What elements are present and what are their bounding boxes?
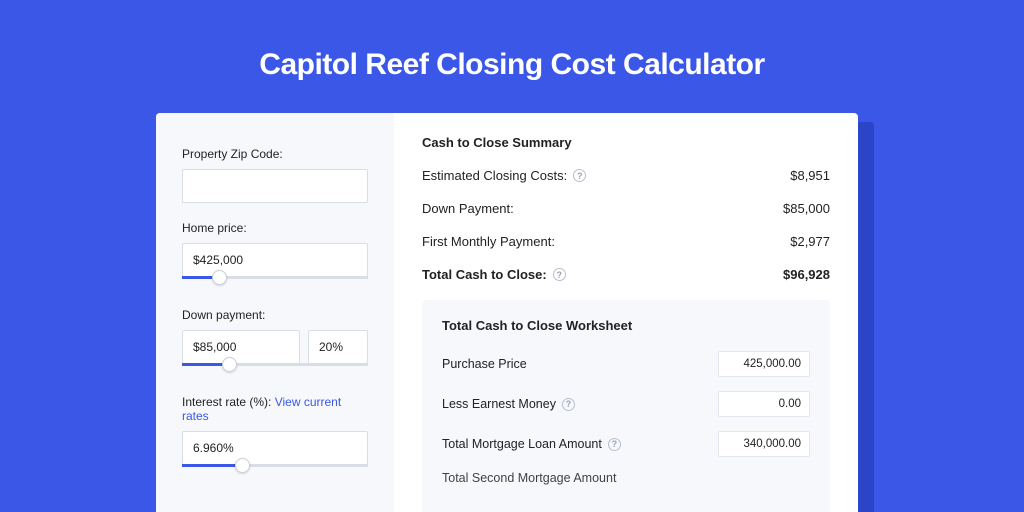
summary-row-first-payment: First Monthly Payment: $2,977 bbox=[422, 234, 830, 249]
home-price-label: Home price: bbox=[182, 221, 368, 235]
summary-row-down-payment: Down Payment: $85,000 bbox=[422, 201, 830, 216]
summary-row-total: Total Cash to Close: ? $96,928 bbox=[422, 267, 830, 282]
down-payment-label: Down payment: bbox=[182, 308, 368, 322]
interest-rate-label: Interest rate (%): View current rates bbox=[182, 395, 368, 423]
worksheet-input[interactable] bbox=[718, 431, 810, 457]
interest-rate-group: Interest rate (%): View current rates bbox=[182, 395, 368, 478]
page-title: Capitol Reef Closing Cost Calculator bbox=[0, 0, 1024, 82]
summary-row-closing-costs: Estimated Closing Costs: ? $8,951 bbox=[422, 168, 830, 183]
home-price-group: Home price: bbox=[182, 221, 368, 290]
summary-heading: Cash to Close Summary bbox=[422, 135, 830, 150]
summary-value: $2,977 bbox=[790, 234, 830, 249]
zip-input[interactable] bbox=[182, 169, 368, 203]
results-panel: Cash to Close Summary Estimated Closing … bbox=[394, 113, 858, 512]
inputs-panel: Property Zip Code: Home price: Down paym… bbox=[156, 113, 394, 512]
worksheet-row-purchase-price: Purchase Price bbox=[442, 351, 810, 377]
worksheet-label: Purchase Price bbox=[442, 357, 527, 371]
worksheet-row-mortgage-amount: Total Mortgage Loan Amount ? bbox=[442, 431, 810, 457]
worksheet-panel: Total Cash to Close Worksheet Purchase P… bbox=[422, 300, 830, 512]
down-payment-group: Down payment: bbox=[182, 308, 368, 377]
home-price-slider[interactable] bbox=[182, 276, 368, 290]
worksheet-label: Less Earnest Money bbox=[442, 397, 556, 411]
interest-rate-slider[interactable] bbox=[182, 464, 368, 478]
help-icon[interactable]: ? bbox=[553, 268, 566, 281]
summary-label: Down Payment: bbox=[422, 201, 514, 216]
summary-total-label: Total Cash to Close: bbox=[422, 267, 547, 282]
summary-total-value: $96,928 bbox=[783, 267, 830, 282]
zip-group: Property Zip Code: bbox=[182, 147, 368, 203]
home-price-input[interactable] bbox=[182, 243, 368, 277]
summary-label: Estimated Closing Costs: bbox=[422, 168, 567, 183]
summary-value: $85,000 bbox=[783, 201, 830, 216]
down-payment-slider[interactable] bbox=[182, 363, 368, 377]
help-icon[interactable]: ? bbox=[562, 398, 575, 411]
summary-label: First Monthly Payment: bbox=[422, 234, 555, 249]
worksheet-label: Total Second Mortgage Amount bbox=[442, 471, 616, 485]
worksheet-heading: Total Cash to Close Worksheet bbox=[442, 318, 810, 333]
worksheet-label: Total Mortgage Loan Amount bbox=[442, 437, 602, 451]
down-payment-percent-input[interactable] bbox=[308, 330, 368, 364]
worksheet-row-second-mortgage: Total Second Mortgage Amount bbox=[442, 471, 810, 485]
help-icon[interactable]: ? bbox=[608, 438, 621, 451]
interest-rate-input[interactable] bbox=[182, 431, 368, 465]
zip-label: Property Zip Code: bbox=[182, 147, 368, 161]
calculator-card: Property Zip Code: Home price: Down paym… bbox=[156, 113, 858, 512]
summary-value: $8,951 bbox=[790, 168, 830, 183]
help-icon[interactable]: ? bbox=[573, 169, 586, 182]
down-payment-input[interactable] bbox=[182, 330, 300, 364]
worksheet-input[interactable] bbox=[718, 351, 810, 377]
worksheet-input[interactable] bbox=[718, 391, 810, 417]
worksheet-row-earnest-money: Less Earnest Money ? bbox=[442, 391, 810, 417]
